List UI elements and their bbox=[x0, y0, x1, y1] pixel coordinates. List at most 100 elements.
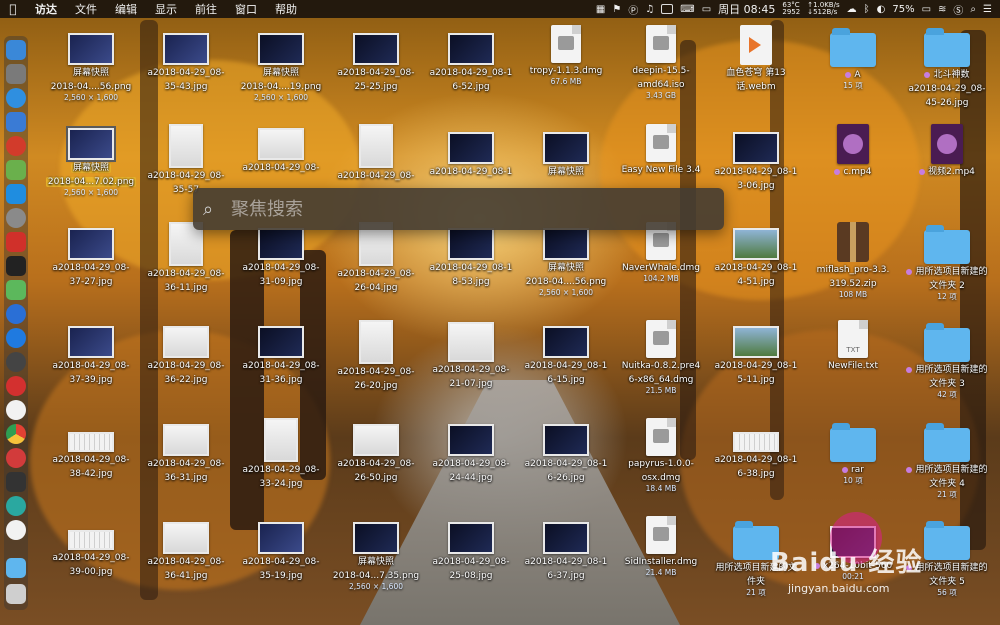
p-icon[interactable]: Ⓟ bbox=[628, 2, 638, 17]
time-machine-icon[interactable] bbox=[6, 352, 26, 372]
launchpad-icon[interactable] bbox=[6, 64, 26, 84]
desktop-icon-jpg[interactable]: a2018-04-29_08- 25-25.jpg bbox=[329, 33, 423, 93]
desktop-icon-screenshot[interactable]: 屏幕快照 2018-04...7.35.png 2,560 × 1,600 bbox=[329, 522, 423, 591]
menu-go[interactable]: 前往 bbox=[186, 1, 226, 17]
apple-menu-icon[interactable]:  bbox=[0, 2, 26, 16]
cloud-icon[interactable]: ☁ bbox=[847, 4, 857, 15]
desktop-icon-screenshot[interactable]: 屏幕快照 2018-04....19.png 2,560 × 1,600 bbox=[234, 33, 328, 102]
desktop-icon-folder[interactable]: 北斗神数 a2018-04-29_08- 45-26.jpg bbox=[900, 28, 994, 109]
desktop-icon-jpg[interactable]: a2018-04-29_08- 38-42.jpg bbox=[44, 424, 138, 480]
desktop-icon-jpg[interactable]: a2018-04-29_08- 35-19.jpg bbox=[234, 522, 328, 582]
menu-finder[interactable]: 访达 bbox=[26, 1, 66, 17]
menu-help[interactable]: 帮助 bbox=[266, 1, 306, 17]
menu-file[interactable]: 文件 bbox=[66, 1, 106, 17]
desktop-icon-jpg[interactable]: a2018-04-29_08-1 8-53.jpg bbox=[424, 228, 518, 288]
desktop-icon-jpg[interactable]: a2018-04-29_08-1 bbox=[424, 132, 518, 178]
qq-icon[interactable] bbox=[6, 520, 26, 540]
downloads-folder-icon[interactable] bbox=[6, 558, 26, 578]
net-stats[interactable]: ↑1.0KB/s ↓512B/s bbox=[807, 2, 839, 16]
desktop-icon-jpg[interactable]: a2018-04-29_08- 39-00.jpg bbox=[44, 522, 138, 578]
desktop-icon-jpg[interactable]: a2018-04-29_08- 36-41.jpg bbox=[139, 522, 233, 582]
desktop-icon-screenshot[interactable]: 屏幕快照 2018-04....56.png 2,560 × 1,600 bbox=[519, 228, 613, 297]
app-store-icon[interactable] bbox=[6, 328, 26, 348]
desktop-icon-jpg[interactable]: a2018-04-29_08- 35-57 bbox=[139, 124, 233, 196]
desktop-icon-dmg[interactable]: SidInstaller.dmg 21.4 MB bbox=[614, 516, 708, 577]
bell-icon[interactable]: ♫ bbox=[645, 4, 654, 15]
system-prefs-icon[interactable] bbox=[6, 208, 26, 228]
desktop-icon-jpg[interactable]: a2018-04-29_08- 31-36.jpg bbox=[234, 326, 328, 386]
desktop-icon-jpg[interactable]: a2018-04-29_08- 35-43.jpg bbox=[139, 33, 233, 93]
desktop-icon-folder[interactable]: A 15 项 bbox=[806, 28, 900, 90]
pin-icon[interactable]: ⚑ bbox=[612, 4, 621, 15]
vivaldi-icon[interactable] bbox=[6, 448, 26, 468]
desktop-icon-jpg[interactable]: a2018-04-29_08- 36-22.jpg bbox=[139, 326, 233, 386]
chrome-icon[interactable] bbox=[6, 424, 26, 444]
desktop-icon-jpg[interactable]: a2018-04-29_08-1 6-52.jpg bbox=[424, 33, 518, 93]
desktop-icon-folder[interactable]: 用所选项目新建的 文件夹 4 21 项 bbox=[900, 423, 994, 499]
desktop-icon-screenshot[interactable]: 屏幕快照 2018-04....56.png 2,560 × 1,600 bbox=[44, 33, 138, 102]
desktop-icon-jpg[interactable]: a2018-04-29_08-1 6-38.jpg bbox=[709, 424, 803, 480]
desktop-icon-jpg[interactable]: a2018-04-29_08-1 6-26.jpg bbox=[519, 424, 613, 484]
desktop-icon-zip[interactable]: miflash_pro-3.3. 319.52.zip 108 MB bbox=[806, 222, 900, 299]
console-icon[interactable] bbox=[6, 472, 26, 492]
desktop-icon-txt[interactable]: TXT NewFile.txt bbox=[806, 320, 900, 372]
wifi-icon[interactable]: ≋ bbox=[938, 4, 946, 15]
desktop-icon-jpg[interactable]: a2018-04-29_08- 24-44.jpg bbox=[424, 424, 518, 484]
desktop-icon-jpg[interactable]: a2018-04-29_08- bbox=[329, 124, 423, 182]
spotlight-icon[interactable]: ⌕ bbox=[970, 4, 976, 15]
desktop-icon-screenshot[interactable]: 屏幕快照 bbox=[519, 132, 613, 178]
desktop-icon-folder[interactable]: 用所选项目新建的 文件夹 2 12 项 bbox=[900, 225, 994, 301]
red-app-icon[interactable] bbox=[6, 136, 26, 156]
desktop-icon-jpg[interactable]: a2018-04-29_08- 37-39.jpg bbox=[44, 326, 138, 386]
display-icon[interactable] bbox=[661, 4, 674, 14]
desktop-icon-jpg[interactable]: a2018-04-29_08- 36-11.jpg bbox=[139, 222, 233, 294]
android-icon[interactable] bbox=[6, 160, 26, 180]
desktop-icon-mp4[interactable]: c.mp4 bbox=[806, 124, 900, 178]
cpu-stats[interactable]: 63°C 2952 bbox=[782, 2, 800, 16]
battery-percent[interactable]: 75% bbox=[892, 4, 914, 15]
sync-icon[interactable] bbox=[6, 496, 26, 516]
desktop-icon-jpg[interactable]: a2018-04-29_08- bbox=[234, 128, 328, 174]
menu-icon[interactable]: ▭ bbox=[702, 4, 711, 15]
desktop-icon-folder[interactable]: rar 10 项 bbox=[806, 423, 900, 485]
app-s-icon[interactable]: Ⓢ bbox=[953, 2, 963, 17]
youdao-icon[interactable] bbox=[6, 232, 26, 252]
search-app-icon[interactable] bbox=[6, 112, 26, 132]
desktop-icon-jpg[interactable]: a2018-04-29_08- 26-50.jpg bbox=[329, 424, 423, 484]
desktop-icon-jpg[interactable]: a2018-04-29_08- 36-31.jpg bbox=[139, 424, 233, 484]
spotlight-search-input[interactable] bbox=[229, 197, 724, 221]
notification-center-icon[interactable]: ☰ bbox=[983, 4, 992, 15]
desktop-icon-dmg[interactable]: Nuitka-0.8.2.pre4 6-x86_64.dmg 21.5 MB bbox=[614, 320, 708, 395]
volume-icon[interactable]: ◐ bbox=[877, 4, 886, 15]
desktop-icon-dmg[interactable]: NaverWhale.dmg 104.2 MB bbox=[614, 222, 708, 283]
terminal-icon[interactable] bbox=[6, 256, 26, 276]
siri-icon[interactable] bbox=[6, 304, 26, 324]
bluetooth-icon[interactable]: ᛒ bbox=[864, 4, 870, 15]
yandex-icon[interactable] bbox=[6, 400, 26, 420]
grid-icon[interactable]: ▦ bbox=[596, 4, 605, 15]
menu-view[interactable]: 显示 bbox=[146, 1, 186, 17]
keyboard-icon[interactable]: ⌨ bbox=[680, 4, 694, 15]
menu-edit[interactable]: 编辑 bbox=[106, 1, 146, 17]
trash-icon[interactable] bbox=[6, 584, 26, 604]
desktop-icon-jpg[interactable]: a2018-04-29_08- 26-04.jpg bbox=[329, 222, 423, 294]
battery-icon[interactable]: ▭ bbox=[922, 4, 931, 15]
netease-music-icon[interactable] bbox=[6, 376, 26, 396]
desktop-icon-jpg[interactable]: a2018-04-29_08- 33-24.jpg bbox=[234, 418, 328, 490]
desktop-icon-mp4[interactable]: 视频2.mp4 bbox=[900, 124, 994, 178]
desktop-icon-jpg[interactable]: a2018-04-29_08- 31-09.jpg bbox=[234, 228, 328, 288]
desktop-icon-jpg[interactable]: a2018-04-29_08-1 5-11.jpg bbox=[709, 326, 803, 386]
clock[interactable]: 周日 08:45 bbox=[718, 1, 775, 17]
desktop-icon-dmg[interactable]: tropy-1.1.3.dmg 67.6 MB bbox=[519, 25, 613, 86]
desktop-icon-dmg[interactable]: papyrus-1.0.0- osx.dmg 18.4 MB bbox=[614, 418, 708, 493]
desktop-icon-iso[interactable]: deepin-15.5- amd64.iso 3.43 GB bbox=[614, 25, 708, 100]
desktop-icon-folder[interactable]: 用所选项目新建的 文件夹 3 42 项 bbox=[900, 323, 994, 399]
finder-icon[interactable] bbox=[6, 40, 26, 60]
desktop-icon-jpg[interactable]: a2018-04-29_08- 26-20.jpg bbox=[329, 320, 423, 392]
desktop-icon-jpg[interactable]: a2018-04-29_08- 25-08.jpg bbox=[424, 522, 518, 582]
desktop-icon-jpg[interactable]: a2018-04-29_08-1 6-15.jpg bbox=[519, 326, 613, 386]
maps-icon[interactable] bbox=[6, 280, 26, 300]
teamviewer-icon[interactable] bbox=[6, 184, 26, 204]
desktop-icon-jpg[interactable]: a2018-04-29_08- 21-07.jpg bbox=[424, 322, 518, 390]
desktop-icon-webm[interactable]: 血色苍穹 第13 话.webm bbox=[709, 25, 803, 93]
